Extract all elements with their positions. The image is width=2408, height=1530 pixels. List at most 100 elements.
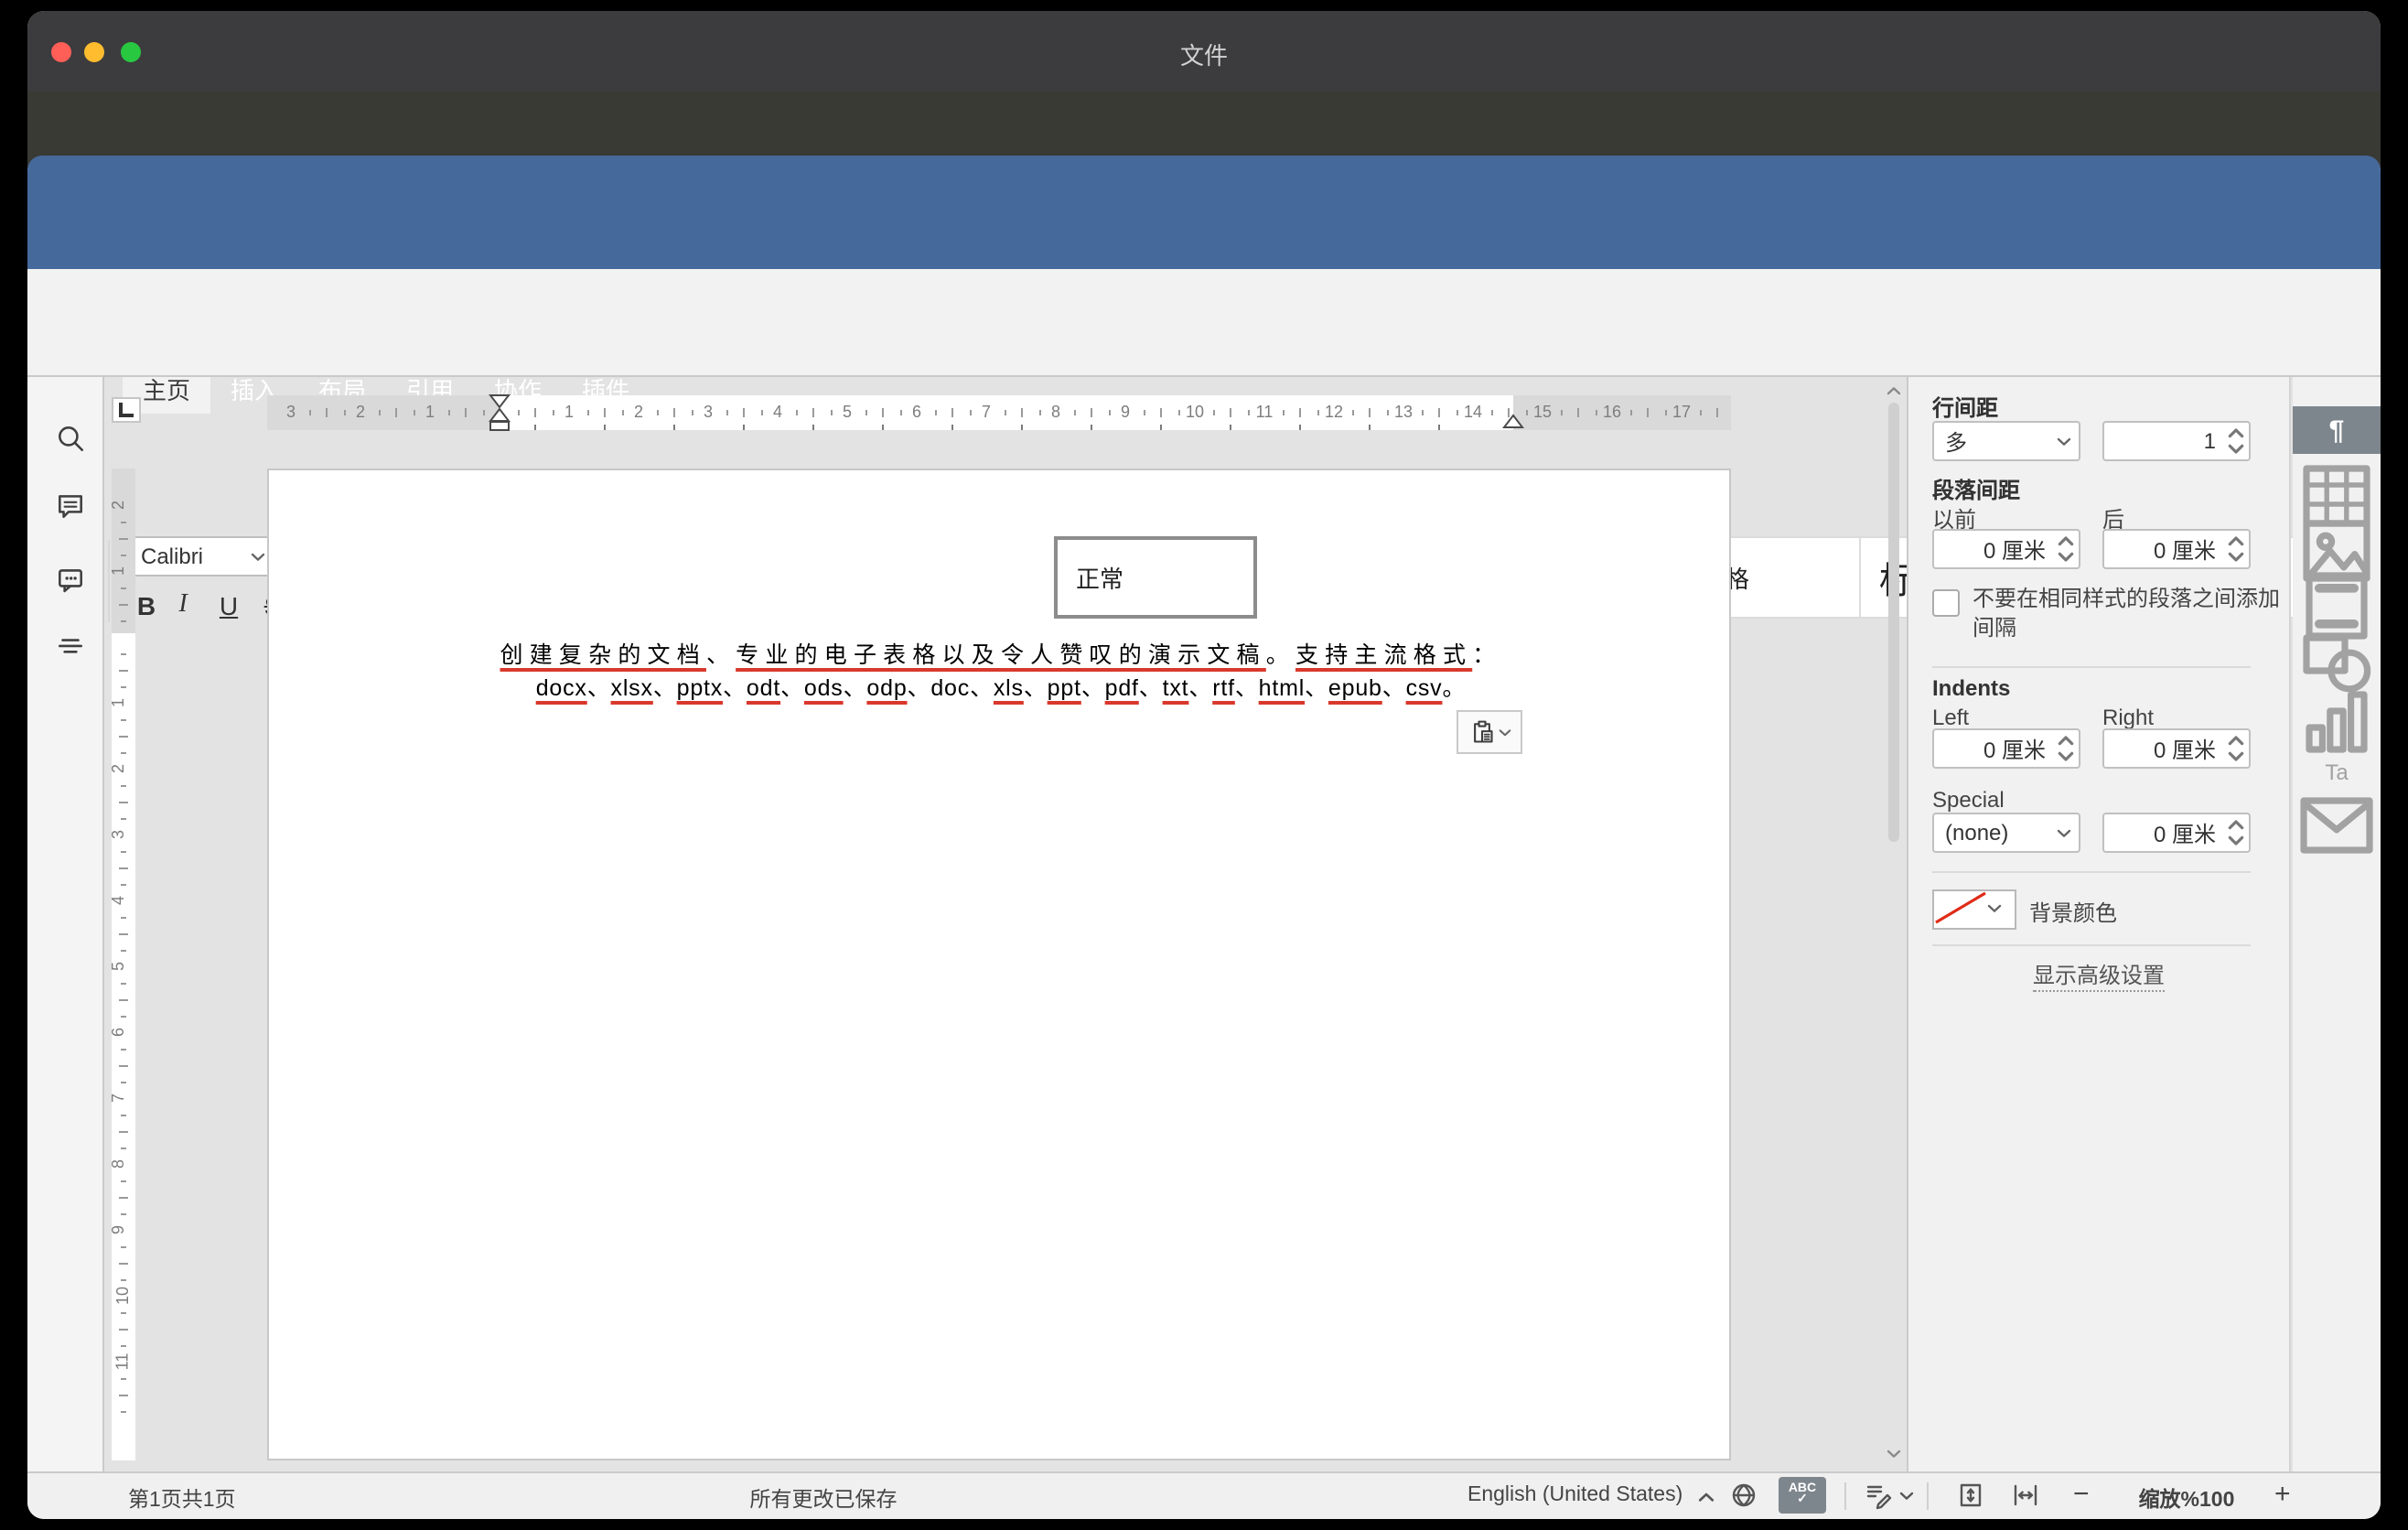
zoom-in-button[interactable]: + <box>2274 1479 2291 1510</box>
font-name-select[interactable]: Calibri <box>128 536 278 576</box>
vertical-ruler[interactable]: 211234567891011 <box>112 469 135 1460</box>
vruler-printable-area <box>112 633 135 1460</box>
special-select[interactable]: (none) <box>1932 813 2080 853</box>
text-run: 、 <box>908 675 931 701</box>
ruler-tab-tick <box>812 425 814 430</box>
ruler-tick <box>119 933 128 935</box>
ruler-number: 5 <box>109 962 127 971</box>
zoom-level[interactable]: 缩放%100 <box>2128 1484 2245 1514</box>
text-run: 、 <box>1235 675 1259 701</box>
text-run: 、 <box>1024 675 1048 701</box>
tab-stop-selector[interactable] <box>112 397 141 423</box>
ruler-tick <box>1177 410 1179 415</box>
fit-page-icon[interactable] <box>1956 1481 1985 1510</box>
indent-right-value: 0 厘米 <box>2104 733 2223 764</box>
indent-left-field[interactable]: 0 厘米 <box>1932 728 2080 769</box>
text-run: 支持主流格式 <box>1295 642 1472 668</box>
text-run: xlsx <box>611 675 653 701</box>
no-space-checkbox[interactable] <box>1932 589 1960 617</box>
background-color-button[interactable] <box>1932 889 2016 930</box>
line-spacing-amount[interactable]: 1 <box>2102 421 2251 461</box>
fit-width-icon[interactable] <box>2011 1481 2040 1510</box>
document-page[interactable]: 创建复杂的文档、专业的电子表格以及令人赞叹的演示文稿。支持主流格式： docx、… <box>267 469 1731 1460</box>
editor-header: 会议发言.docx adm***@dootask.com 文件主页插入布局引用协… <box>27 156 2381 269</box>
tab-stop-L-icon <box>119 403 134 417</box>
special-amount-field[interactable]: 0 厘米 <box>2102 813 2251 853</box>
spinner-icon[interactable] <box>2223 734 2249 763</box>
ruler-tick <box>413 410 414 415</box>
text-run: odt <box>747 675 780 701</box>
style-正常[interactable]: 正常 <box>1054 536 1257 619</box>
ruler-tick <box>951 408 953 417</box>
scroll-down-icon[interactable] <box>1887 1449 1901 1459</box>
mailmerge-settings-tab[interactable] <box>2293 802 2381 849</box>
ruler-tick <box>121 1345 126 1347</box>
spacing-after-field[interactable]: 0 厘米 <box>2102 529 2251 569</box>
chat-icon[interactable] <box>55 564 86 595</box>
ruler-tick <box>586 410 588 415</box>
ruler-number: 1 <box>425 403 435 421</box>
ruler-number: 3 <box>109 830 127 839</box>
ruler-tick <box>121 1049 126 1051</box>
italic-button[interactable]: I <box>170 586 196 626</box>
text-run: epub <box>1328 675 1382 701</box>
track-changes-caret-icon[interactable] <box>1899 1492 1914 1501</box>
text-run: pdf <box>1105 675 1139 701</box>
ruler-tick <box>1282 410 1284 415</box>
no-space-label: 不要在相同样式的段落之间添加间隔 <box>1973 584 2287 642</box>
horizontal-ruler[interactable]: 3211234567891011121314151617 <box>267 395 1731 430</box>
ruler-tick <box>865 410 866 415</box>
document-scrollbar[interactable] <box>1885 381 1903 1464</box>
search-icon[interactable] <box>55 423 86 454</box>
text-run: 创建复杂的文档 <box>500 642 706 668</box>
line-spacing-select[interactable]: 多 <box>1932 421 2080 461</box>
text-run: 。 <box>1266 642 1295 668</box>
spinner-icon[interactable] <box>2223 818 2249 847</box>
indent-markers-icon[interactable] <box>489 393 511 432</box>
right-indent-marker-icon[interactable] <box>1502 414 1524 430</box>
language-selector[interactable]: English (United States) <box>1467 1484 1682 1506</box>
navigation-icon[interactable] <box>55 631 86 663</box>
ruler-tick <box>119 1263 128 1265</box>
spinner-icon[interactable] <box>2223 426 2249 456</box>
track-changes-icon[interactable] <box>1863 1481 1892 1510</box>
spinner-icon[interactable] <box>2223 534 2249 564</box>
ruler-tick <box>119 1065 128 1067</box>
ruler-tick <box>1386 410 1388 415</box>
paste-options-icon <box>1468 719 1494 745</box>
ruler-tick <box>830 410 832 415</box>
line-spacing-amount-value: 1 <box>2104 428 2223 454</box>
text-run: 、 <box>1081 675 1105 701</box>
comments-icon[interactable] <box>55 490 86 522</box>
ruler-number: 3 <box>286 403 296 421</box>
indent-right-field[interactable]: 0 厘米 <box>2102 728 2251 769</box>
indent-left-label: Left <box>1932 705 1969 730</box>
spellcheck-toggle[interactable]: ABC✓ <box>1779 1477 1826 1514</box>
ruler-tab-tick <box>673 425 675 430</box>
advanced-settings-link[interactable]: 显示高级设置 <box>2033 963 2165 992</box>
ruler-number: 8 <box>109 1159 127 1169</box>
document-paragraph[interactable]: 创建复杂的文档、专业的电子表格以及令人赞叹的演示文稿。支持主流格式： docx、… <box>483 639 1519 705</box>
ruler-tick <box>534 408 536 417</box>
page-indicator[interactable]: 第1页共1页 <box>128 1484 236 1514</box>
underline-button[interactable]: U <box>214 586 243 626</box>
scrollbar-thumb[interactable] <box>1888 403 1899 842</box>
zoom-out-button[interactable]: − <box>2073 1479 2090 1510</box>
scroll-up-icon[interactable] <box>1887 386 1901 395</box>
ruler-tab-tick <box>882 425 884 430</box>
ruler-number: 12 <box>1325 403 1343 421</box>
spinner-icon[interactable] <box>2053 534 2079 564</box>
ruler-tick <box>899 410 901 415</box>
ruler-tick <box>1212 410 1214 415</box>
spacing-before-value: 0 厘米 <box>1934 533 2053 565</box>
paste-options-button[interactable] <box>1457 710 1522 754</box>
spacing-before-field[interactable]: 0 厘米 <box>1932 529 2080 569</box>
bold-button[interactable]: B <box>134 586 159 626</box>
ruler-number: 1 <box>564 403 574 421</box>
ruler-tick <box>1508 408 1510 417</box>
ruler-number: 7 <box>109 1094 127 1103</box>
ruler-tick <box>621 410 623 415</box>
left-sidebar <box>27 377 104 1471</box>
set-language-globe-icon[interactable] <box>1729 1481 1758 1510</box>
spinner-icon[interactable] <box>2053 734 2079 763</box>
